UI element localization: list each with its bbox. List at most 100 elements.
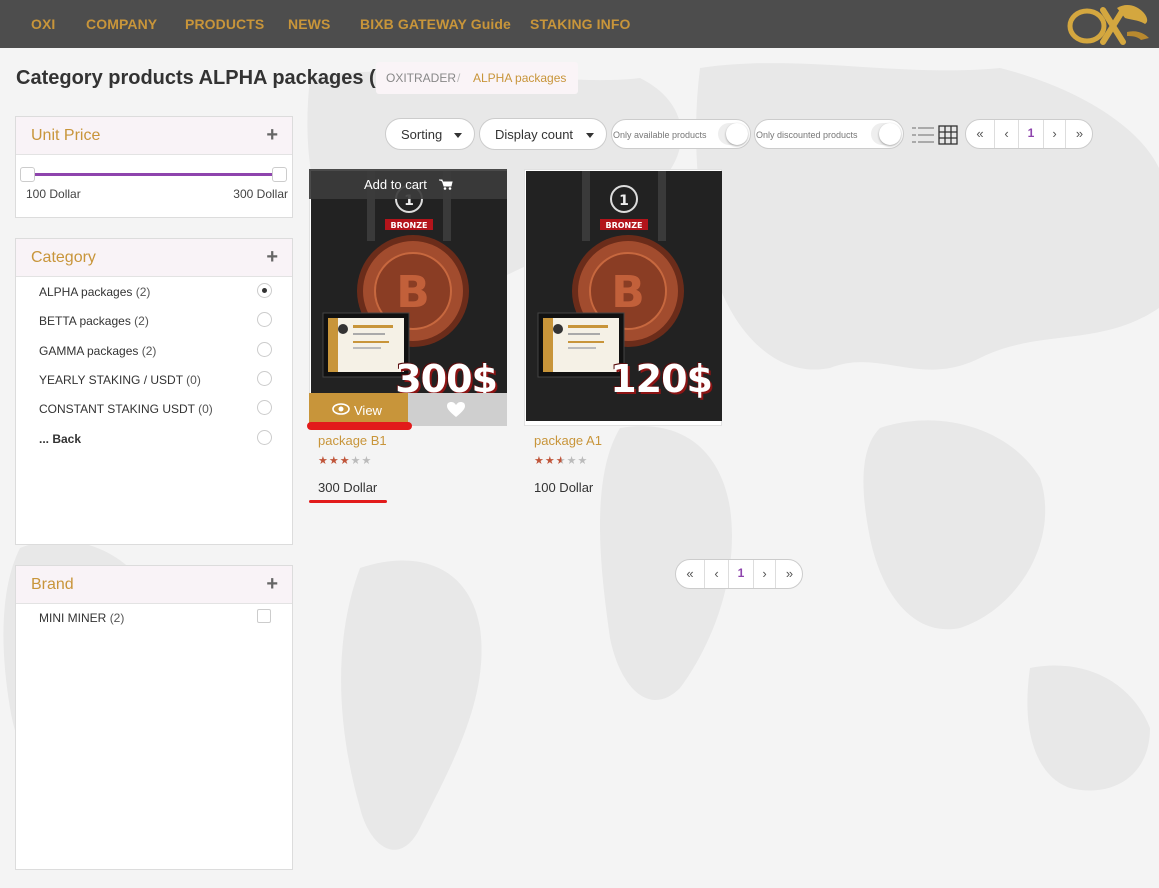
price-filter-title: Unit Price bbox=[31, 127, 101, 144]
category-item-gamma-packages[interactable]: GAMMA packages (2) bbox=[39, 344, 156, 358]
sorting-dropdown[interactable]: Sorting bbox=[385, 118, 475, 150]
heart-icon bbox=[447, 402, 465, 417]
category-label: BETTA packages bbox=[39, 314, 131, 328]
product-card-package-b1[interactable]: 1 BRONZE B 300$ Add to cart View bbox=[309, 169, 507, 426]
cart-icon bbox=[439, 179, 453, 190]
star-filled-icon: ★ bbox=[318, 455, 329, 467]
price-filter-header[interactable]: Unit Price + bbox=[16, 117, 292, 155]
star-filled-icon: ★ bbox=[544, 455, 556, 467]
breadcrumb-current[interactable]: ALPHA packages bbox=[473, 71, 566, 85]
category-filter-panel: Category + ALPHA packages (2) BETTA pack… bbox=[15, 238, 293, 545]
product-card-package-a1[interactable]: 1 BRONZE B 120$ bbox=[524, 169, 722, 426]
annotation-underline-view bbox=[307, 422, 412, 430]
brand-label: MINI MINER bbox=[39, 611, 107, 625]
rating-stars: ★★★★★ bbox=[534, 454, 588, 467]
pagination-last-button[interactable]: » bbox=[775, 560, 802, 588]
only-discounted-switch[interactable] bbox=[871, 123, 901, 145]
nav-item-staking-info[interactable]: STAKING INFO bbox=[530, 16, 631, 32]
category-radio-constant-staking[interactable] bbox=[257, 400, 272, 415]
category-label: YEARLY STAKING / USDT bbox=[39, 373, 183, 387]
top-navigation: OXI COMPANY PRODUCTS NEWS BIXB GATEWAY G… bbox=[0, 0, 1159, 48]
pagination-prev-button[interactable]: ‹ bbox=[994, 120, 1018, 148]
category-item-betta-packages[interactable]: BETTA packages (2) bbox=[39, 314, 149, 328]
product-image[interactable]: 1 BRONZE B 300$ bbox=[311, 171, 507, 421]
add-to-cart-label: Add to cart bbox=[364, 177, 427, 192]
pagination-next-button[interactable]: › bbox=[1043, 120, 1065, 148]
category-back-link[interactable]: ... Back bbox=[39, 432, 81, 446]
nav-item-bixb-gateway-guide[interactable]: BIXB GATEWAY Guide bbox=[360, 16, 511, 32]
only-discounted-label: Only discounted products bbox=[756, 130, 858, 140]
brand-filter-title: Brand bbox=[31, 576, 74, 593]
sorting-label: Sorting bbox=[401, 127, 443, 142]
breadcrumb: OXITRADER / ALPHA packages bbox=[376, 62, 578, 94]
svg-text:B: B bbox=[396, 267, 430, 318]
category-label: GAMMA packages bbox=[39, 344, 139, 358]
price-range-min-handle[interactable] bbox=[20, 167, 35, 182]
product-name-link[interactable]: package B1 bbox=[318, 433, 387, 448]
pagination-page-1[interactable]: 1 bbox=[728, 560, 753, 588]
pagination-page-1[interactable]: 1 bbox=[1018, 120, 1043, 148]
display-count-dropdown[interactable]: Display count bbox=[479, 118, 607, 150]
pagination-last-button[interactable]: » bbox=[1065, 120, 1092, 148]
list-view-icon[interactable] bbox=[912, 126, 934, 144]
svg-text:B: B bbox=[611, 267, 645, 318]
brand-filter-panel: Brand + MINI MINER (2) bbox=[15, 565, 293, 870]
category-count: (2) bbox=[134, 314, 149, 328]
expand-plus-icon[interactable]: + bbox=[266, 246, 278, 269]
nav-item-company[interactable]: COMPANY bbox=[86, 16, 157, 32]
badge-text: BRONZE bbox=[605, 221, 642, 230]
category-label: CONSTANT STAKING USDT bbox=[39, 402, 195, 416]
grid-view-icon[interactable] bbox=[938, 125, 958, 145]
star-empty-icon: ★ bbox=[361, 455, 373, 467]
category-item-constant-staking[interactable]: CONSTANT STAKING USDT (0) bbox=[39, 402, 213, 416]
category-radio-yearly-staking[interactable] bbox=[257, 371, 272, 386]
add-to-wishlist-button[interactable] bbox=[408, 393, 507, 426]
add-to-cart-button[interactable]: Add to cart bbox=[309, 169, 507, 199]
product-image[interactable]: 1 BRONZE B 120$ bbox=[526, 171, 722, 421]
pagination-prev-button[interactable]: ‹ bbox=[704, 560, 728, 588]
category-item-yearly-staking[interactable]: YEARLY STAKING / USDT (0) bbox=[39, 373, 201, 387]
category-radio-betta-packages[interactable] bbox=[257, 312, 272, 327]
category-item-alpha-packages[interactable]: ALPHA packages (2) bbox=[39, 285, 150, 299]
expand-plus-icon[interactable]: + bbox=[266, 124, 278, 147]
pagination-first-button[interactable]: « bbox=[676, 560, 704, 588]
category-radio-back[interactable] bbox=[257, 430, 272, 445]
expand-plus-icon[interactable]: + bbox=[266, 573, 278, 596]
category-count: (2) bbox=[135, 285, 151, 299]
pagination-first-button[interactable]: « bbox=[966, 120, 994, 148]
breadcrumb-separator: / bbox=[457, 71, 461, 85]
category-filter-title: Category bbox=[31, 249, 96, 266]
pagination-next-button[interactable]: › bbox=[753, 560, 775, 588]
price-range-max-handle[interactable] bbox=[272, 167, 287, 182]
category-count: (0) bbox=[186, 373, 201, 387]
nav-item-oxi[interactable]: OXI bbox=[31, 16, 55, 32]
category-radio-alpha-packages[interactable] bbox=[257, 283, 272, 298]
star-empty-icon: ★ bbox=[577, 455, 589, 467]
price-range-track[interactable] bbox=[28, 173, 280, 176]
eye-icon bbox=[332, 403, 350, 415]
pagination-top: « ‹ 1 › » bbox=[965, 119, 1093, 149]
brand-checkbox-mini-miner[interactable] bbox=[257, 609, 271, 623]
rating-stars: ★★★★★ bbox=[318, 454, 372, 467]
breadcrumb-home-link[interactable]: OXITRADER bbox=[386, 71, 456, 85]
brand-filter-header[interactable]: Brand + bbox=[16, 566, 292, 604]
product-name-link[interactable]: package A1 bbox=[534, 433, 602, 448]
star-empty-icon: ★ bbox=[350, 455, 362, 467]
only-available-switch[interactable] bbox=[718, 123, 748, 145]
star-half-icon: ★ bbox=[555, 455, 567, 467]
nav-item-news[interactable]: NEWS bbox=[288, 16, 330, 32]
product-card-frame: 1 BRONZE B 300$ bbox=[309, 169, 507, 426]
toggle-knob bbox=[879, 123, 901, 145]
nav-item-products[interactable]: PRODUCTS bbox=[185, 16, 264, 32]
brand-count: (2) bbox=[109, 611, 125, 625]
only-discounted-toggle[interactable]: Only discounted products bbox=[754, 119, 904, 149]
price-max-label: 300 Dollar bbox=[233, 187, 288, 201]
category-radio-gamma-packages[interactable] bbox=[257, 342, 272, 357]
only-available-toggle[interactable]: Only available products bbox=[611, 119, 751, 149]
page-title: Category products ALPHA packages (2) bbox=[16, 67, 394, 89]
oxi-logo[interactable] bbox=[1065, 2, 1151, 46]
product-price: 300 Dollar bbox=[318, 480, 378, 495]
category-filter-header[interactable]: Category + bbox=[16, 239, 292, 277]
brand-item-mini-miner[interactable]: MINI MINER (2) bbox=[39, 611, 124, 625]
toggle-knob bbox=[726, 123, 748, 145]
